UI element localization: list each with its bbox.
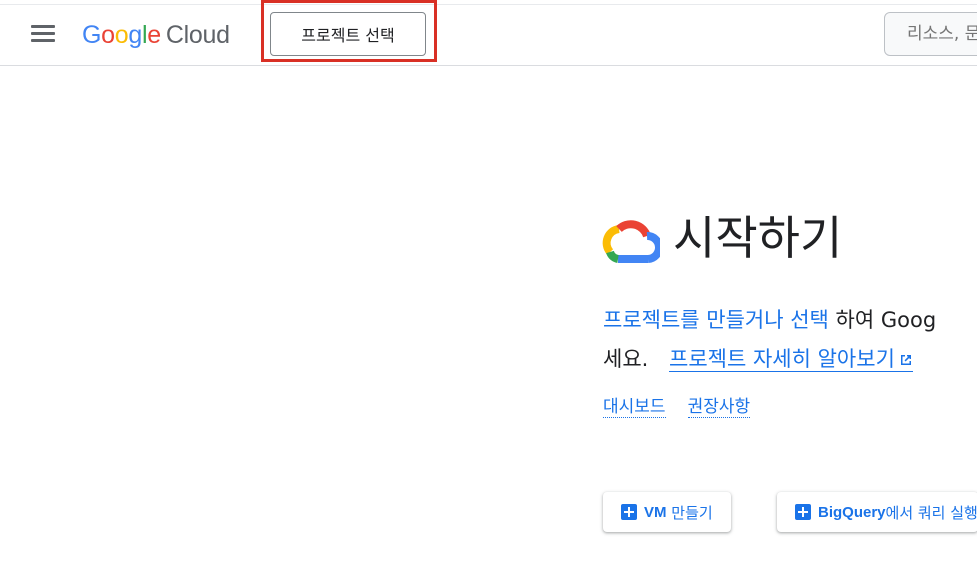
hamburger-menu-icon[interactable]: [31, 25, 55, 43]
create-or-select-project-link[interactable]: 프로젝트를 만들거나 선택: [603, 308, 829, 332]
learn-more-label: 프로젝트 자세히 알아보기: [669, 347, 895, 371]
learn-more-projects-link[interactable]: 프로젝트 자세히 알아보기: [669, 347, 913, 372]
description-line-2: 세요. 프로젝트 자세히 알아보기: [603, 343, 913, 375]
google-cloud-logo[interactable]: Google Cloud: [82, 19, 230, 51]
logo-google: Google: [82, 21, 161, 49]
description-line-1: 프로젝트를 만들거나 선택 하여 Goog: [603, 304, 936, 336]
page-heading: 시작하기: [673, 211, 843, 265]
logo-cloud: Cloud: [165, 21, 230, 49]
plus-icon: [621, 504, 637, 520]
recommendations-link[interactable]: 권장사항: [687, 397, 751, 418]
select-project-button[interactable]: 프로젝트 선택: [270, 12, 426, 56]
bigquery-label: 에서 쿼리 실행: [885, 503, 977, 522]
dashboard-link[interactable]: 대시보드: [603, 397, 666, 418]
google-cloud-icon: [602, 220, 660, 263]
description-text-end: 세요.: [603, 347, 649, 371]
create-vm-label-bold: VM: [644, 503, 667, 521]
bigquery-query-button[interactable]: BigQuery 에서 쿼리 실행: [777, 492, 977, 532]
top-bar: Google Cloud 프로젝트 선택: [0, 4, 977, 66]
search-input[interactable]: [907, 24, 977, 44]
quick-links: 대시보드 권장사항: [603, 394, 772, 420]
plus-icon: [795, 504, 811, 520]
create-vm-button[interactable]: VM 만들기: [603, 492, 731, 532]
search-bar[interactable]: [884, 12, 977, 56]
description-text: 하여 Goog: [828, 308, 937, 332]
bigquery-label-bold: BigQuery: [818, 503, 886, 521]
external-link-icon: [900, 355, 911, 365]
create-vm-label: 만들기: [666, 503, 713, 522]
